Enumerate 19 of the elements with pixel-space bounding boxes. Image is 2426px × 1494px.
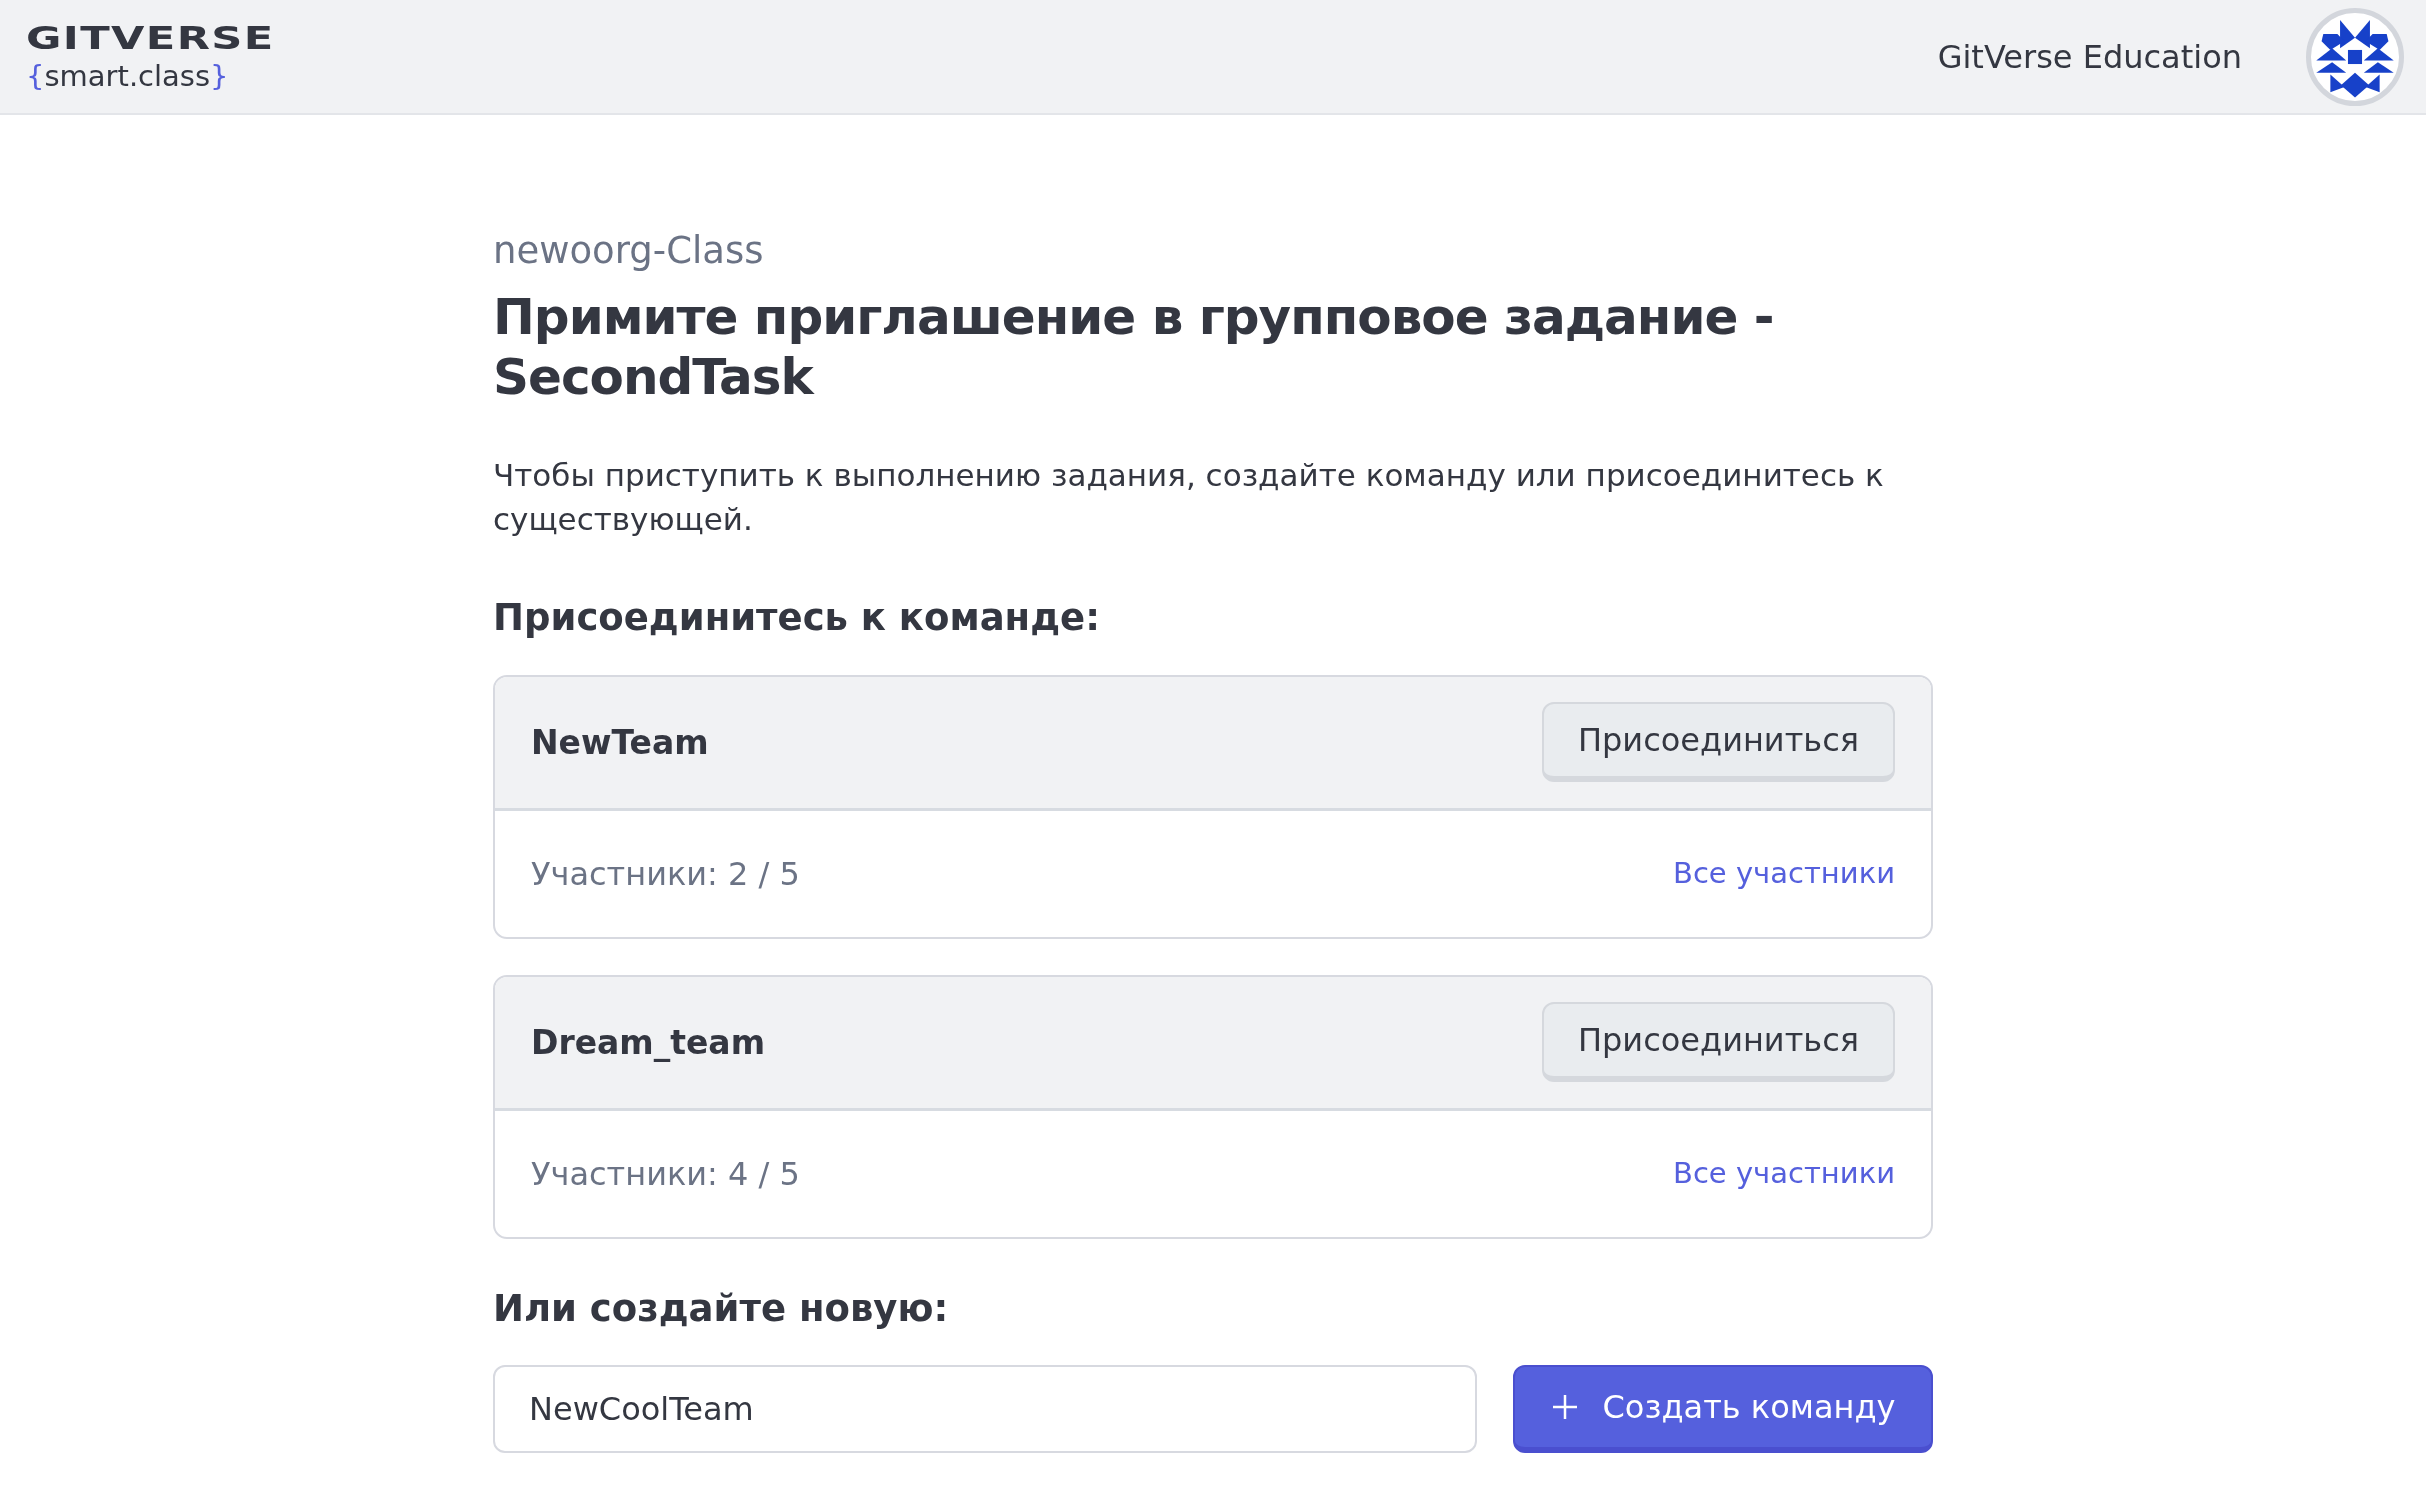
members-count: Участники: 4 / 5 <box>531 1153 800 1195</box>
team-name: Dream_team <box>531 1021 765 1064</box>
all-members-link[interactable]: Все участники <box>1673 852 1895 896</box>
intro-text: Чтобы приступить к выполнению задания, создайте команду или присоединитесь к существующей. <box>493 455 1885 540</box>
team-name: NewTeam <box>531 721 709 764</box>
class-name: newoorg-Class <box>493 228 765 274</box>
section-heading: Или создайте новую: <box>493 1286 950 1332</box>
members-count: Участники: 2 / 5 <box>531 853 800 895</box>
logo-wordmark: GITVERSE <box>26 22 276 54</box>
page-title: Примите приглашение в групповое задание - SecondTask <box>493 286 1775 407</box>
join-button[interactable]: Присоединиться <box>1542 702 1895 783</box>
create-team-button[interactable]: Создать команду <box>1513 1365 1933 1454</box>
all-members-link[interactable]: Все участники <box>1673 1152 1895 1196</box>
join-button[interactable]: Присоединиться <box>1542 1002 1895 1083</box>
organization-name: GitVerse Education <box>1937 36 2242 78</box>
section-heading: Присоединитесь к команде: <box>493 596 1101 641</box>
logo-subtitle: {smart.class} <box>26 62 229 91</box>
team-name-field[interactable]: NewCoolTeam <box>493 1365 1477 1454</box>
plus-icon <box>1550 1393 1579 1422</box>
